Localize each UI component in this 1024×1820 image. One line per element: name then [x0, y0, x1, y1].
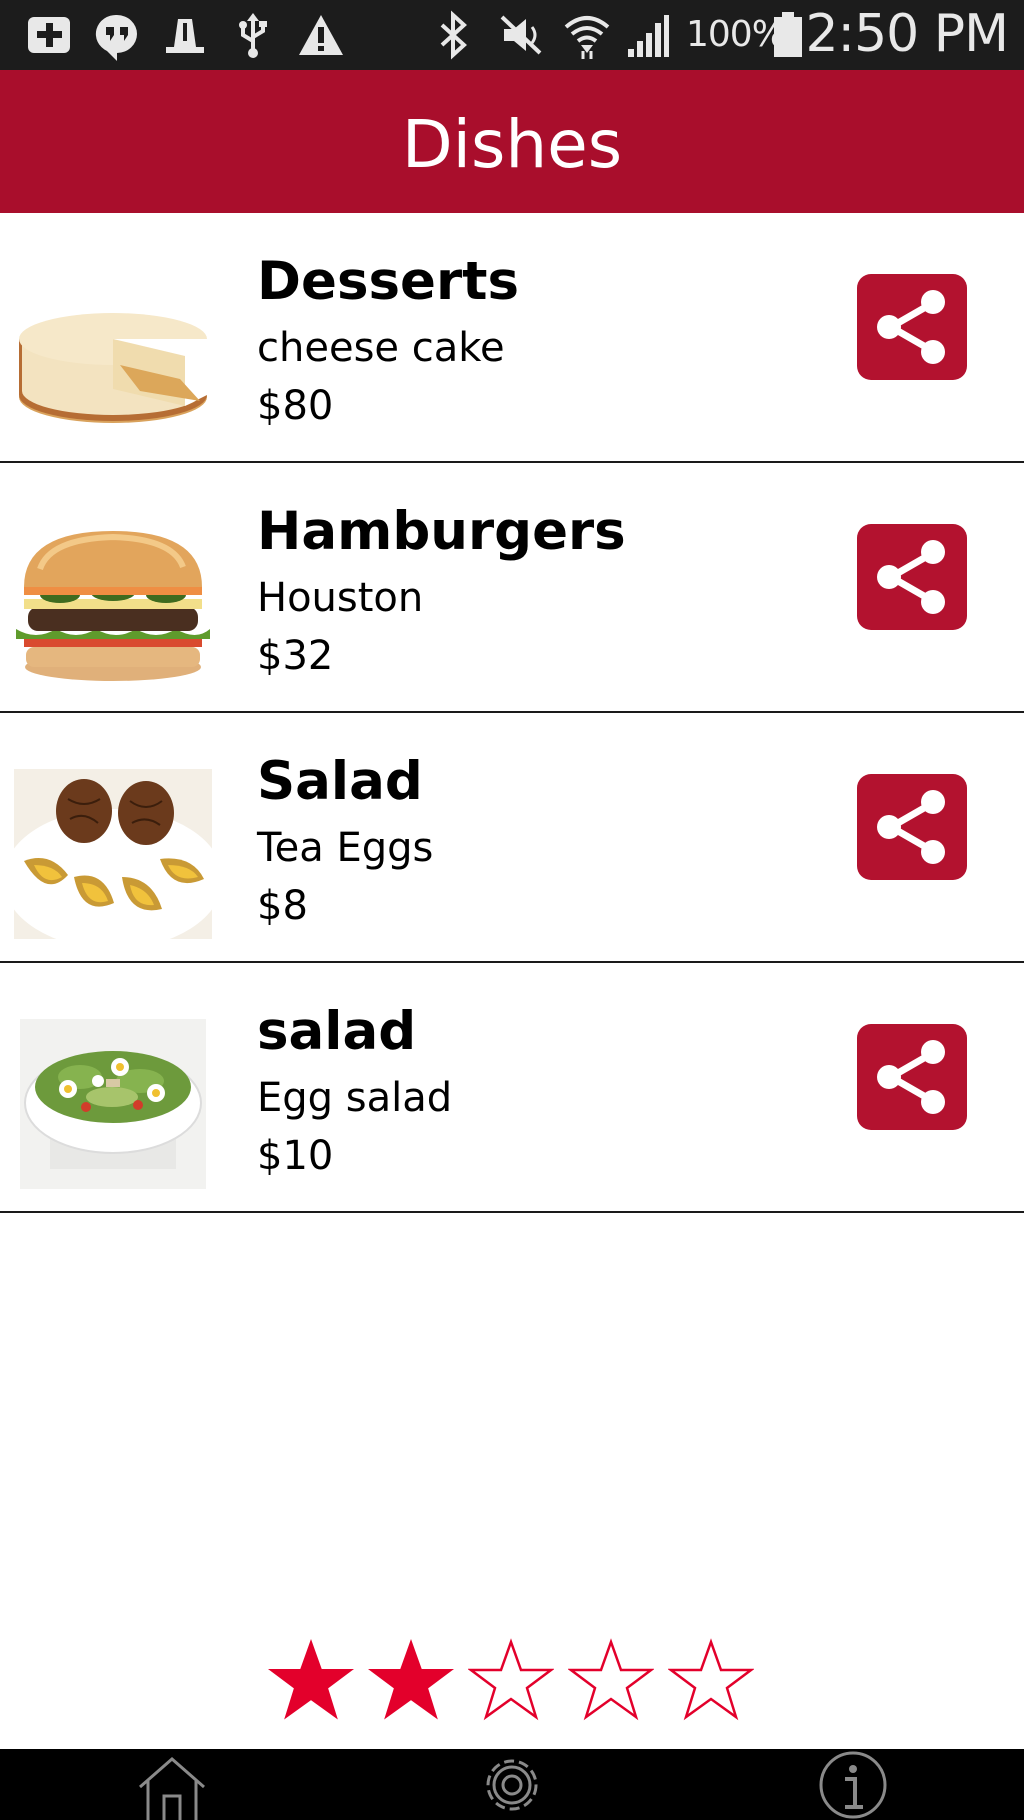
dish-name: Houston	[257, 575, 424, 621]
dish-category: Salad	[257, 751, 423, 812]
share-button[interactable]	[857, 1024, 967, 1130]
home-icon	[139, 1757, 205, 1820]
add-box-icon	[24, 9, 74, 61]
page-title: Dishes	[401, 106, 623, 183]
tea-eggs-image	[10, 769, 216, 939]
list-item[interactable]: Hamburgers Houston $32	[0, 463, 1024, 713]
dish-category: Desserts	[257, 251, 519, 312]
list-item[interactable]: salad Egg salad $10	[0, 963, 1024, 1213]
status-bar: 100% 2:50 PM	[0, 0, 1024, 70]
bluetooth-icon	[428, 9, 478, 61]
info-icon	[819, 1751, 887, 1819]
star-empty-icon[interactable]	[468, 1638, 554, 1722]
share-icon	[877, 290, 945, 364]
star-empty-icon[interactable]	[668, 1638, 754, 1722]
hangouts-icon	[92, 9, 142, 61]
star-filled-icon[interactable]	[268, 1638, 354, 1722]
status-time: 2:50 PM	[805, 4, 1009, 64]
cheesecake-image	[10, 269, 216, 439]
list-item[interactable]: Salad Tea Eggs $8	[0, 713, 1024, 963]
dish-price: $80	[257, 383, 334, 429]
bottom-nav	[0, 1749, 1024, 1820]
dish-list: Desserts cheese cake $80 Hamburgers Hous…	[0, 213, 1024, 1213]
egg-salad-image	[10, 1019, 216, 1189]
settings-button[interactable]	[462, 1749, 562, 1820]
dish-price: $32	[257, 633, 334, 679]
list-item[interactable]: Desserts cheese cake $80	[0, 213, 1024, 463]
share-icon	[877, 1040, 945, 1114]
battery-icon	[770, 9, 806, 61]
star-empty-icon[interactable]	[568, 1638, 654, 1722]
dish-name: Tea Eggs	[257, 825, 434, 871]
dish-price: $8	[257, 883, 308, 929]
hamburger-image	[10, 519, 216, 689]
share-icon	[877, 790, 945, 864]
dish-category: Hamburgers	[257, 501, 626, 562]
dish-category: salad	[257, 1001, 417, 1062]
home-button[interactable]	[122, 1749, 222, 1820]
dish-name: cheese cake	[257, 325, 505, 371]
wifi-icon	[562, 9, 612, 61]
dish-price: $10	[257, 1133, 334, 1179]
mute-icon	[496, 9, 546, 61]
warning-icon	[296, 9, 346, 61]
share-icon	[877, 540, 945, 614]
share-button[interactable]	[857, 274, 967, 380]
app-header: Dishes	[0, 70, 1024, 213]
usb-icon	[228, 9, 278, 61]
settings-icon	[486, 1759, 538, 1811]
dish-name: Egg salad	[257, 1075, 453, 1121]
star-filled-icon[interactable]	[368, 1638, 454, 1722]
share-button[interactable]	[857, 774, 967, 880]
info-button[interactable]	[803, 1749, 903, 1820]
signal-icon	[622, 9, 672, 61]
notification-icon	[160, 9, 210, 61]
share-button[interactable]	[857, 524, 967, 630]
